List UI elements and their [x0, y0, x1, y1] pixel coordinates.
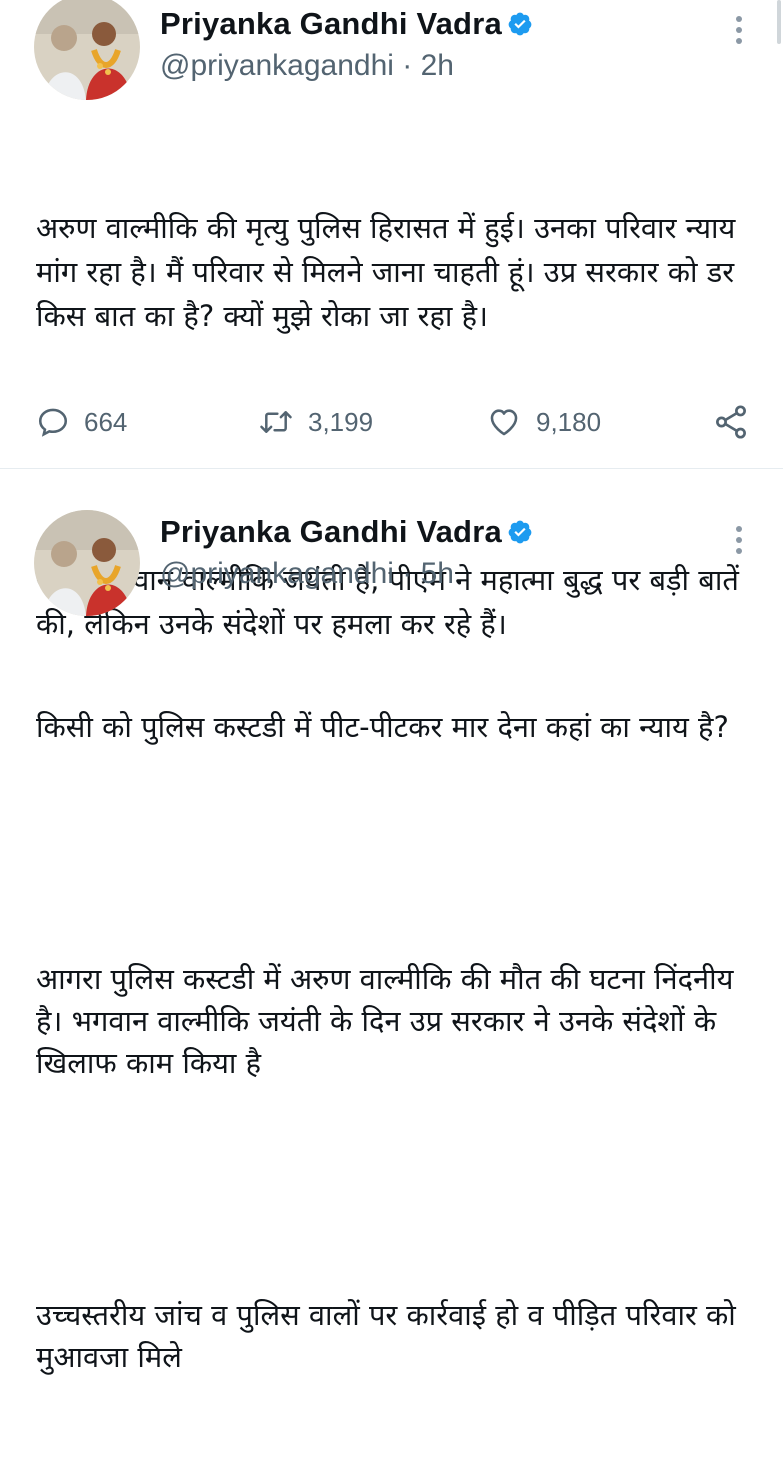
heart-icon: [486, 405, 522, 439]
tweet-paragraph: किसी को पुलिस कस्टडी में पीट-पीटकर मार द…: [36, 710, 729, 744]
retweet-count: 3,199: [308, 406, 374, 437]
more-options-icon[interactable]: [731, 522, 747, 558]
reply-button[interactable]: 664: [36, 400, 127, 444]
tweet-divider: [0, 468, 783, 469]
verified-badge-icon: [507, 519, 533, 545]
tweet-paragraph: उच्चस्तरीय जांच व पुलिस वालों पर कार्रवा…: [36, 1298, 746, 1374]
profile-photo-icon: [34, 510, 140, 616]
author-handle[interactable]: @priyankagandhi: [160, 557, 394, 590]
author-handle[interactable]: @priyankagandhi: [160, 49, 394, 82]
tweet[interactable]: Priyanka Gandhi Vadra @priyankagandhi · …: [0, 0, 783, 641]
reply-count: 664: [84, 406, 128, 437]
more-options-icon[interactable]: [731, 12, 747, 48]
author-handle-row: @priyankagandhi · 5h: [160, 556, 454, 592]
author-handle-row: @priyankagandhi · 2h: [160, 48, 454, 84]
author-display-name[interactable]: Priyanka Gandhi Vadra: [160, 514, 502, 550]
retweet-icon: [258, 405, 294, 439]
tweet-text: किसी को पुलिस कस्टडी में पीट-पीटकर मार द…: [36, 622, 766, 1462]
author-name-row[interactable]: Priyanka Gandhi Vadra: [160, 6, 533, 42]
reply-icon: [36, 405, 70, 439]
tweet-actions: 664 3,199 9,180: [36, 400, 756, 444]
verified-badge-icon: [507, 11, 533, 37]
author-avatar[interactable]: [34, 0, 140, 100]
author-avatar[interactable]: [34, 510, 140, 616]
retweet-button[interactable]: 3,199: [258, 400, 373, 444]
share-button[interactable]: [712, 400, 750, 444]
profile-photo-icon: [34, 0, 140, 100]
like-button[interactable]: 9,180: [486, 400, 601, 444]
meta-separator: ·: [402, 557, 421, 590]
tweet-paragraph: आगरा पुलिस कस्टडी में अरुण वाल्मीकि की म…: [36, 962, 743, 1080]
tweet-paragraph: अरुण वाल्मीकि की मृत्यु पुलिस हिरासत में…: [36, 211, 745, 333]
tweet[interactable]: Priyanka Gandhi Vadra @priyankagandhi · …: [0, 480, 783, 1374]
meta-separator: ·: [402, 49, 421, 82]
tweet-timestamp[interactable]: 2h: [421, 49, 454, 82]
tweet-timestamp[interactable]: 5h: [421, 557, 454, 590]
share-icon: [712, 403, 750, 441]
author-name-row[interactable]: Priyanka Gandhi Vadra: [160, 514, 533, 550]
author-display-name[interactable]: Priyanka Gandhi Vadra: [160, 6, 502, 42]
like-count: 9,180: [536, 406, 602, 437]
